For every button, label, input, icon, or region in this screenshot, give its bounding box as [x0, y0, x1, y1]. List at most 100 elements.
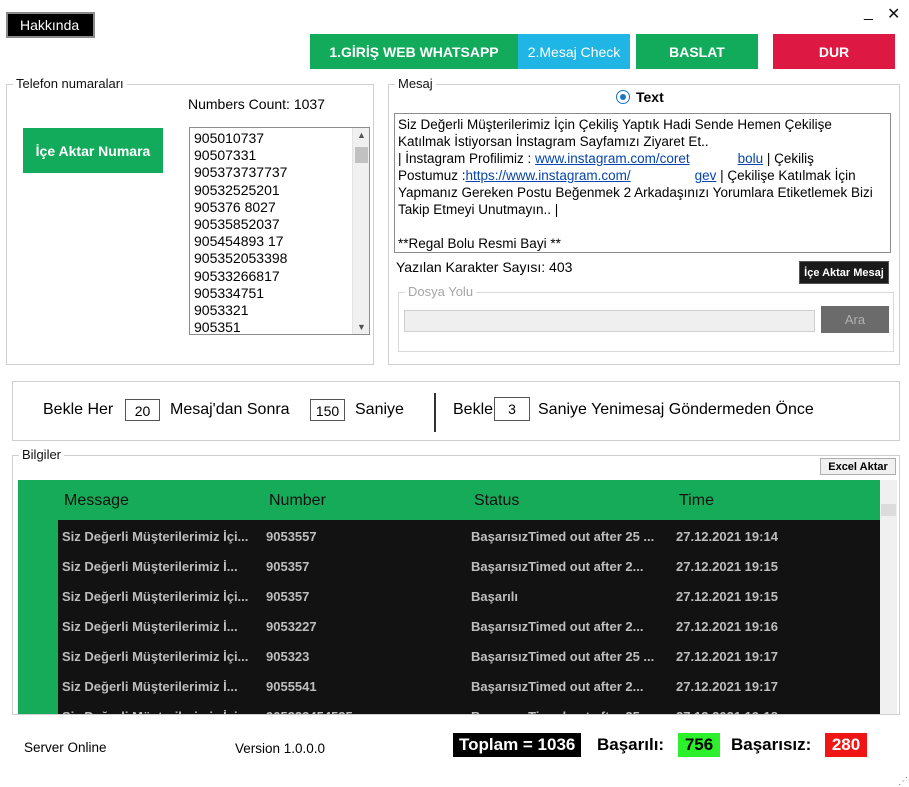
cell-time: 27.12.2021 19:17	[676, 649, 778, 664]
text-radio[interactable]	[616, 90, 630, 104]
about-button[interactable]: Hakkında	[6, 12, 95, 38]
every-count-input[interactable]: 20	[125, 399, 160, 421]
cell-status: BaşarısızTimed out after 25 ...	[471, 709, 654, 714]
success-label: Başarılı:	[597, 735, 665, 754]
scroll-thumb[interactable]	[355, 147, 368, 163]
cell-number: 9055541	[266, 679, 317, 694]
cell-message: Siz Değerli Müşterilerimiz İçi...	[62, 649, 249, 664]
phone-item[interactable]: 905454893 17	[194, 233, 287, 250]
cell-status: BaşarısızTimed out after 25 ...	[471, 529, 655, 544]
table-row[interactable]: Siz Değerli Müşterilerimiz İçi... 9053557…	[58, 520, 880, 550]
phone-item[interactable]: 905334751	[194, 285, 287, 302]
stop-button[interactable]: DUR	[773, 34, 895, 69]
table-row[interactable]: Siz Değerli Müşterilerimiz İ... 905357 Baş…	[58, 550, 880, 580]
message-textarea[interactable]: Siz Değerli Müşterilerimiz İçin Çekiliş …	[394, 113, 891, 253]
grid-header: Message Number Status Time	[58, 480, 880, 520]
scroll-down-icon[interactable]: ▼	[353, 322, 369, 332]
column-message[interactable]: Message	[64, 492, 129, 510]
phone-numbers-title: Telefon numaraları	[13, 76, 127, 91]
resize-grip-icon[interactable]: ⋰	[898, 776, 908, 787]
cell-number: 905323	[266, 649, 310, 664]
import-message-button[interactable]: İçe Aktar Mesaj	[799, 261, 889, 284]
server-status: Server Online	[24, 740, 107, 755]
message-line-4: **Regal Bolu Resmi Bayi **	[398, 236, 561, 251]
total-count: Toplam = 1036	[453, 733, 582, 757]
message-check-button[interactable]: 2.Mesaj Check	[518, 34, 630, 69]
wait-seconds-input[interactable]: 150	[310, 399, 345, 421]
phone-item[interactable]: 90532525201	[194, 182, 287, 199]
phone-item[interactable]: 905010737	[194, 130, 287, 147]
cell-number: 9053227	[266, 619, 317, 634]
file-path-title: Dosya Yolu	[405, 284, 477, 299]
message-line-1: Siz Değerli Müşterilerimiz İçin Çekiliş …	[398, 117, 832, 149]
import-numbers-button[interactable]: İçe Aktar Numara	[23, 128, 163, 173]
cell-status: Başarılı	[471, 589, 518, 604]
phone-number-list[interactable]: 905010737 90507331 905373737737 90532525201…	[189, 127, 370, 335]
phone-item[interactable]: 905373737737	[194, 164, 287, 181]
fail-label: Başarısız:	[731, 735, 812, 754]
message-line-3: Postumuz :https://www.instagram.com/gev …	[398, 168, 873, 217]
cell-number: 905357	[266, 559, 310, 574]
text-radio-label: Text	[636, 89, 664, 105]
cell-message: Siz Değerli Müşterilerimiz İçi...	[62, 529, 249, 544]
cell-status: BaşarısızTimed out after 2...	[471, 679, 644, 694]
phone-items: 905010737 90507331 905373737737 90532525201…	[194, 130, 287, 334]
login-whatsapp-button[interactable]: 1.GİRİŞ WEB WHATSAPP	[310, 34, 518, 69]
cell-number: 905323454535	[266, 709, 353, 714]
wait-label: Bekle	[453, 401, 494, 418]
cell-time: 27.12.2021 19:15	[676, 559, 778, 574]
cell-time: 27.12.2021 19:18	[676, 709, 778, 714]
scroll-up-icon[interactable]: ▲	[353, 130, 369, 140]
cell-status: BaşarısızTimed out after 2...	[471, 559, 644, 574]
excel-export-button[interactable]: Excel Aktar	[820, 458, 896, 475]
minimize-icon[interactable]: _	[864, 4, 873, 22]
start-button[interactable]: BASLAT	[636, 34, 758, 69]
column-time[interactable]: Time	[679, 492, 714, 510]
cell-time: 27.12.2021 19:15	[676, 589, 778, 604]
message-line-2: | İnstagram Profilimiz : www.instagram.c…	[398, 151, 814, 166]
phone-item[interactable]: 90507331	[194, 147, 287, 164]
grid-scrollbar[interactable]	[880, 480, 897, 714]
cell-time: 27.12.2021 19:17	[676, 679, 778, 694]
fail-count-badge: 280	[825, 733, 867, 757]
grid-scroll-thumb[interactable]	[881, 504, 896, 516]
table-row[interactable]: Siz Değerli Müşterilerimiz İçi... 905357 B…	[58, 580, 880, 610]
results-grid: Message Number Status Time Siz Değerli M…	[18, 480, 880, 714]
table-row[interactable]: Siz Değerli Müşterilerimiz İ... 9055541 Ba…	[58, 670, 880, 700]
column-number[interactable]: Number	[269, 492, 326, 510]
char-count: Yazılan Karakter Sayısı: 403	[396, 259, 573, 275]
seconds-label: Saniye	[355, 401, 404, 418]
numbers-count: Numbers Count: 1037	[188, 96, 325, 112]
message-title: Mesaj	[395, 76, 436, 91]
cell-message: Siz Değerli Müşterilerimiz İ...	[62, 559, 238, 574]
after-message-label: Mesaj'dan Sonra	[170, 401, 290, 418]
cell-message: Siz Değerli Müşterilerimiz İçi...	[62, 589, 249, 604]
search-file-button[interactable]: Ara	[821, 306, 889, 333]
phone-item[interactable]: 905352053398	[194, 250, 287, 267]
cell-number: 9053557	[266, 529, 317, 544]
cell-number: 905357	[266, 589, 310, 604]
file-path-input[interactable]	[404, 310, 815, 332]
phone-list-scrollbar[interactable]: ▲ ▼	[352, 128, 369, 334]
phone-item[interactable]: 905376 8027	[194, 199, 287, 216]
phone-item[interactable]: 90535852037	[194, 216, 287, 233]
cell-status: BaşarısızTimed out after 25 ...	[471, 649, 655, 664]
grid-body: Siz Değerli Müşterilerimiz İçi... 9053557…	[58, 520, 880, 714]
cell-time: 27.12.2021 19:16	[676, 619, 778, 634]
table-row[interactable]: Siz Değerli Müşterilerimiz İçi... 905323 B…	[58, 640, 880, 670]
phone-item[interactable]: 905351	[194, 319, 287, 334]
cell-message: Siz Değerli Müşterilerimiz İ...	[62, 619, 238, 634]
table-row[interactable]: Siz Değerli Müşterilerimiz İçi... 9053234…	[58, 700, 880, 714]
divider	[434, 393, 436, 432]
wait-before-input[interactable]: 3	[494, 397, 530, 421]
success-count-badge: 756	[678, 733, 720, 757]
phone-item[interactable]: 90533266817	[194, 268, 287, 285]
column-status[interactable]: Status	[474, 492, 519, 510]
wait-every-label: Bekle Her	[43, 401, 114, 418]
cell-time: 27.12.2021 19:14	[676, 529, 778, 544]
cell-status: BaşarısızTimed out after 2...	[471, 619, 644, 634]
close-icon[interactable]: ✕	[887, 4, 900, 24]
phone-item[interactable]: 9053321	[194, 302, 287, 319]
before-new-message-label: Saniye Yenimesaj Göndermeden Önce	[538, 401, 814, 418]
table-row[interactable]: Siz Değerli Müşterilerimiz İ... 9053227 Ba…	[58, 610, 880, 640]
